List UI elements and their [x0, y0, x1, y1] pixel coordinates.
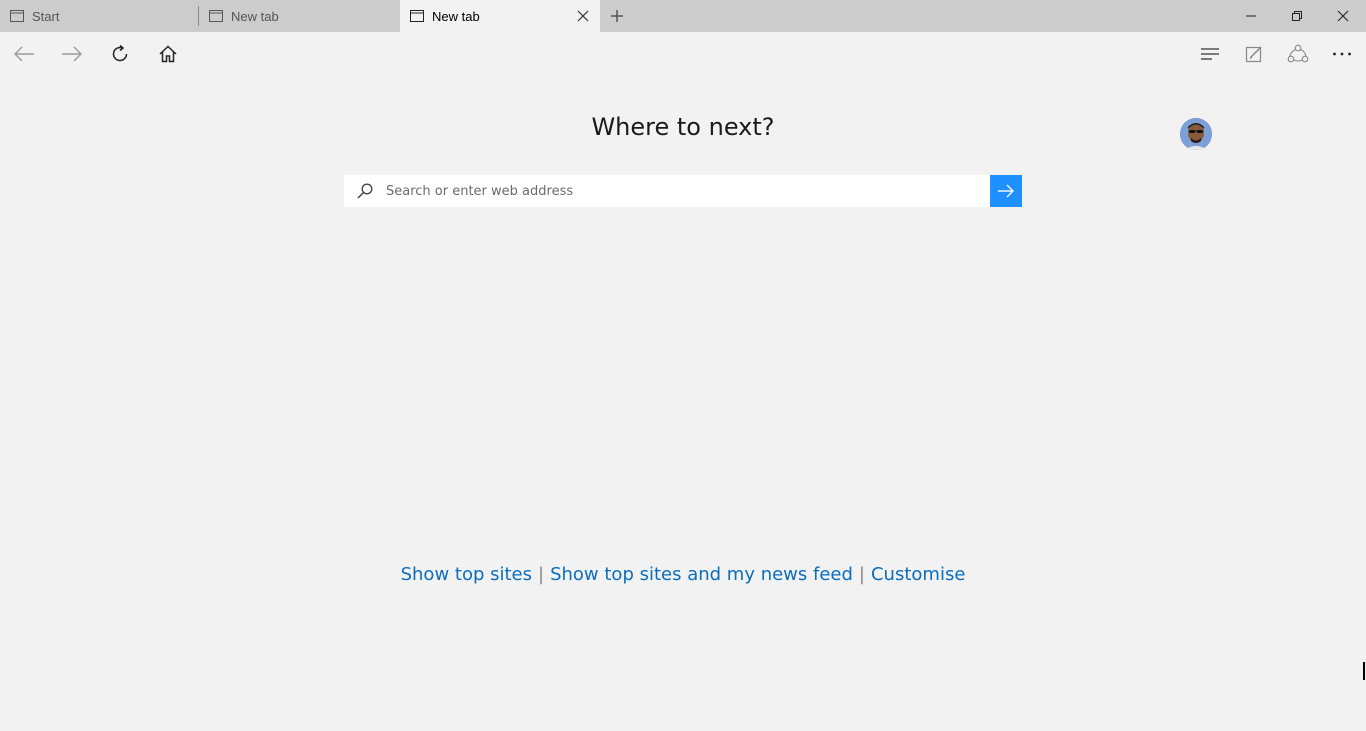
avatar[interactable] [1180, 118, 1212, 150]
search-input[interactable] [384, 175, 984, 207]
forward-button[interactable] [56, 38, 88, 70]
home-icon [159, 45, 177, 63]
tab-start[interactable]: Start [0, 0, 198, 32]
tab-label: Start [32, 8, 60, 24]
home-button[interactable] [152, 38, 184, 70]
page-title: Where to next? [591, 113, 775, 141]
minimize-button[interactable] [1228, 0, 1274, 32]
close-window-button[interactable] [1320, 0, 1366, 32]
arrow-left-icon [14, 46, 34, 62]
text-cursor [1363, 662, 1365, 680]
close-icon [1337, 10, 1349, 22]
link-separator: | [538, 564, 545, 585]
hub-icon [1201, 48, 1219, 60]
more-icon [1333, 52, 1351, 56]
restore-icon [1292, 11, 1302, 21]
new-tab-button[interactable] [604, 5, 630, 27]
plus-icon [611, 10, 623, 22]
tab-strip: Start New tab New tab [0, 0, 1366, 32]
hub-button[interactable] [1194, 38, 1226, 70]
close-tab-icon[interactable] [576, 9, 590, 23]
page-icon [209, 10, 223, 22]
customise-link[interactable]: Customise [871, 564, 965, 585]
go-button[interactable] [990, 175, 1022, 207]
more-button[interactable] [1326, 38, 1358, 70]
minimize-icon [1246, 15, 1256, 17]
restore-button[interactable] [1274, 0, 1320, 32]
arrow-right-icon [62, 46, 82, 62]
navigation-toolbar [0, 32, 1366, 76]
link-separator: | [858, 564, 865, 585]
tab-new-tab[interactable]: New tab [199, 0, 400, 32]
show-top-sites-link[interactable]: Show top sites [401, 564, 532, 585]
refresh-icon [112, 44, 128, 62]
page-icon [10, 10, 24, 22]
page-icon [410, 10, 424, 22]
web-note-button[interactable] [1238, 38, 1270, 70]
feed-options: Show top sites | Show top sites and my new… [0, 564, 1366, 585]
back-button[interactable] [8, 38, 40, 70]
share-button[interactable] [1282, 38, 1314, 70]
avatar-image [1180, 118, 1212, 150]
search-icon [357, 183, 373, 199]
tab-label: New tab [231, 8, 279, 24]
search-box [344, 175, 1022, 207]
tab-label: New tab [432, 8, 480, 24]
refresh-button[interactable] [104, 38, 136, 70]
show-top-sites-news-link[interactable]: Show top sites and my news feed [550, 564, 853, 585]
arrow-right-icon [998, 184, 1014, 198]
tab-new-tab-active[interactable]: New tab [400, 0, 600, 32]
share-icon [1287, 44, 1309, 63]
web-note-icon [1245, 46, 1262, 63]
